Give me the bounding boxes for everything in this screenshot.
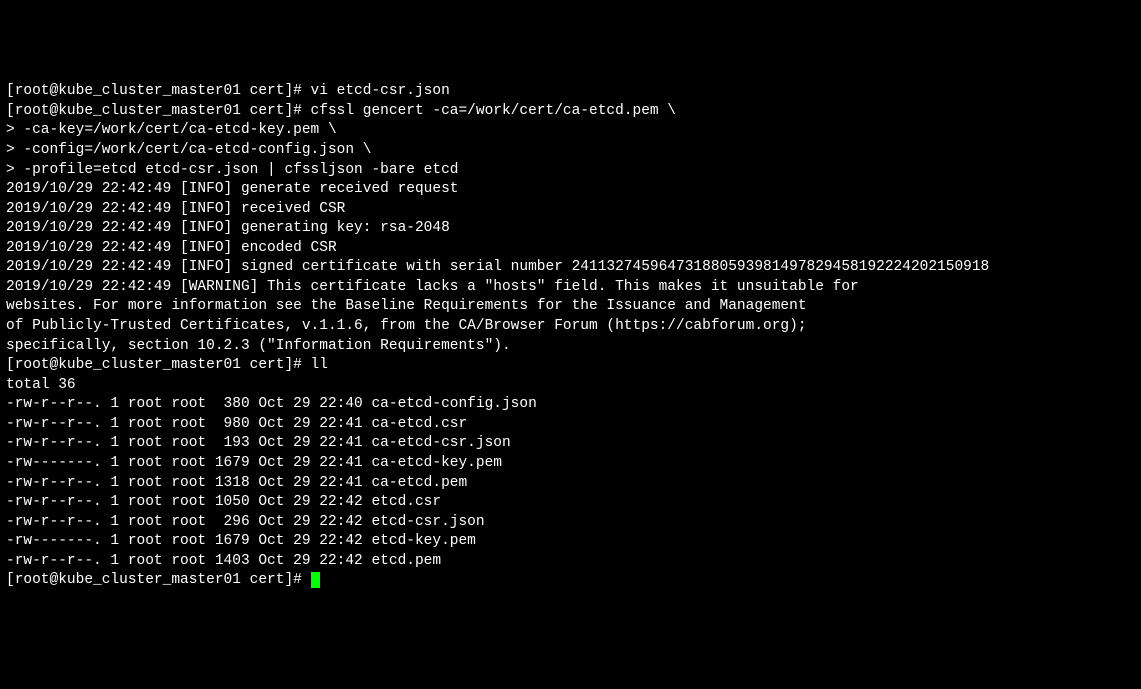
terminal-line: -rw-r--r--. 1 root root 1050 Oct 29 22:4… xyxy=(6,493,1135,513)
terminal-line: 2019/10/29 22:42:49 [INFO] signed certif… xyxy=(6,258,1135,278)
terminal-line: websites. For more information see the B… xyxy=(6,297,1135,317)
terminal-line: > -config=/work/cert/ca-etcd-config.json… xyxy=(6,141,1135,161)
terminal-line: > -profile=etcd etcd-csr.json | cfssljso… xyxy=(6,161,1135,181)
terminal-line: -rw-r--r--. 1 root root 1403 Oct 29 22:4… xyxy=(6,552,1135,572)
terminal-line: -rw-r--r--. 1 root root 296 Oct 29 22:42… xyxy=(6,513,1135,533)
terminal-line: -rw-r--r--. 1 root root 1318 Oct 29 22:4… xyxy=(6,474,1135,494)
terminal-line: > -ca-key=/work/cert/ca-etcd-key.pem \ xyxy=(6,121,1135,141)
terminal-line: -rw-r--r--. 1 root root 380 Oct 29 22:40… xyxy=(6,395,1135,415)
terminal-line: of Publicly-Trusted Certificates, v.1.1.… xyxy=(6,317,1135,337)
terminal-line: 2019/10/29 22:42:49 [INFO] generating ke… xyxy=(6,219,1135,239)
terminal-line: specifically, section 10.2.3 ("Informati… xyxy=(6,337,1135,357)
terminal-line: 2019/10/29 22:42:49 [INFO] received CSR xyxy=(6,200,1135,220)
terminal-line: [root@kube_cluster_master01 cert]# cfssl… xyxy=(6,102,1135,122)
terminal-line: total 36 xyxy=(6,376,1135,396)
terminal-line: -rw-------. 1 root root 1679 Oct 29 22:4… xyxy=(6,454,1135,474)
terminal-prompt: [root@kube_cluster_master01 cert]# xyxy=(6,572,311,588)
terminal-line: [root@kube_cluster_master01 cert]# ll xyxy=(6,356,1135,376)
terminal-line: 2019/10/29 22:42:49 [INFO] generate rece… xyxy=(6,180,1135,200)
terminal-prompt-line[interactable]: [root@kube_cluster_master01 cert]# xyxy=(6,571,1135,591)
terminal-line: 2019/10/29 22:42:49 [WARNING] This certi… xyxy=(6,278,1135,298)
terminal-output: [root@kube_cluster_master01 cert]# vi et… xyxy=(6,82,1135,571)
terminal-line: -rw-r--r--. 1 root root 980 Oct 29 22:41… xyxy=(6,415,1135,435)
terminal-line: 2019/10/29 22:42:49 [INFO] encoded CSR xyxy=(6,239,1135,259)
terminal-line: -rw-------. 1 root root 1679 Oct 29 22:4… xyxy=(6,532,1135,552)
terminal-line: -rw-r--r--. 1 root root 193 Oct 29 22:41… xyxy=(6,434,1135,454)
terminal-cursor xyxy=(311,572,320,588)
terminal-line: [root@kube_cluster_master01 cert]# vi et… xyxy=(6,82,1135,102)
